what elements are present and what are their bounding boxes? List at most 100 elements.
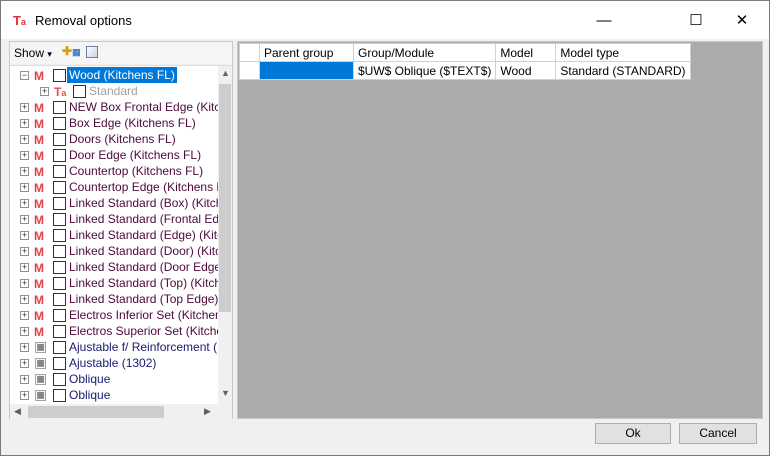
expand-icon[interactable]: +: [20, 103, 29, 112]
expand-icon[interactable]: +: [20, 119, 29, 128]
row-header[interactable]: [239, 61, 260, 80]
item-checkbox[interactable]: [53, 213, 66, 226]
expand-icon[interactable]: +: [20, 215, 29, 224]
cell-parent-group[interactable]: [259, 61, 354, 80]
tree-item-label: Linked Standard (Door Edge) (Kitchens FL…: [69, 260, 232, 274]
horizontal-scroll-thumb[interactable]: [28, 406, 164, 418]
select-icon[interactable]: [86, 46, 98, 58]
model-icon: M: [34, 245, 44, 259]
item-checkbox[interactable]: [53, 325, 66, 338]
expand-icon[interactable]: +: [20, 375, 29, 384]
add-group-icon[interactable]: ✚▦: [62, 44, 81, 58]
column-header[interactable]: Model: [495, 43, 557, 62]
item-checkbox[interactable]: [53, 261, 66, 274]
expand-icon[interactable]: +: [20, 343, 29, 352]
item-checkbox[interactable]: [53, 277, 66, 290]
column-header[interactable]: Group/Module: [352, 43, 497, 62]
tree-item[interactable]: + M Electros Inferior Set (Kitchens FL): [10, 307, 232, 323]
tree-item[interactable]: − M Wood (Kitchens FL): [10, 67, 218, 83]
scroll-up-icon[interactable]: ▲: [221, 68, 230, 78]
expand-icon[interactable]: +: [20, 279, 29, 288]
tree-item[interactable]: + ▣ Ajustable (1302): [10, 354, 218, 371]
expand-icon[interactable]: +: [20, 151, 29, 160]
minimize-button[interactable]: —: [581, 7, 627, 35]
row-header-corner: [239, 43, 260, 62]
tree-item[interactable]: + M Linked Standard (Box) (Kitchens FL): [10, 195, 232, 211]
item-checkbox[interactable]: [53, 101, 66, 114]
tree-item[interactable]: + M Linked Standard (Frontal Edge): [10, 211, 232, 227]
scroll-left-icon[interactable]: ◀: [14, 406, 21, 417]
tree-view[interactable]: + ▣ Oblique + ▣ Oblique + ▣ Ajustable (1302) + ▣ Aj…: [10, 65, 232, 419]
expand-icon[interactable]: +: [20, 391, 29, 400]
scroll-down-icon[interactable]: ▼: [221, 388, 230, 398]
model-icon: M: [34, 261, 44, 275]
model-icon: M: [34, 101, 44, 115]
item-checkbox[interactable]: [53, 117, 66, 130]
expand-icon[interactable]: +: [20, 359, 29, 368]
expand-icon[interactable]: +: [20, 135, 29, 144]
expand-icon[interactable]: +: [20, 199, 29, 208]
item-checkbox[interactable]: [53, 357, 66, 370]
show-dropdown[interactable]: Show ▾: [14, 46, 52, 60]
tree-item[interactable]: + M Linked Standard (Top) (Kitchens FL): [10, 275, 232, 291]
tree-item[interactable]: + M NEW Box Frontal Edge (Kitchens FL): [10, 99, 232, 115]
tree-item[interactable]: + M Countertop Edge (Kitchens FL): [10, 179, 232, 195]
tree-panel: Show ▾ ✚▦ + ▣ Oblique + ▣ Oblique + ▣ Ajustable …: [9, 41, 233, 419]
column-header[interactable]: Parent group: [259, 43, 354, 62]
item-checkbox[interactable]: [53, 165, 66, 178]
item-checkbox[interactable]: [73, 85, 86, 98]
tree-item[interactable]: + M Linked Standard (Top Edge) (Kitchens F…: [10, 291, 232, 307]
tree-item-label: Electros Superior Set (Kitchens FL): [69, 324, 232, 338]
tree-item[interactable]: + M Linked Standard (Door) (Kitchens FL): [10, 243, 232, 259]
cell-model[interactable]: Wood: [495, 61, 557, 80]
tree-item[interactable]: + ▣ Oblique: [10, 386, 218, 403]
tree-item[interactable]: + M Doors (Kitchens FL): [10, 131, 218, 147]
item-checkbox[interactable]: [53, 229, 66, 242]
tree-item[interactable]: + M Electros Superior Set (Kitchens FL): [10, 323, 232, 339]
tree-item[interactable]: + M Door Edge (Kitchens FL): [10, 147, 218, 163]
expand-icon[interactable]: +: [20, 311, 29, 320]
item-checkbox[interactable]: [53, 293, 66, 306]
cancel-button[interactable]: Cancel: [679, 423, 757, 444]
show-label: Show: [14, 46, 45, 60]
item-checkbox[interactable]: [53, 133, 66, 146]
item-checkbox[interactable]: [53, 181, 66, 194]
expand-icon[interactable]: +: [20, 263, 29, 272]
expand-icon[interactable]: +: [20, 247, 29, 256]
item-checkbox[interactable]: [53, 197, 66, 210]
tree-item[interactable]: + ▣ Oblique: [10, 370, 218, 387]
item-checkbox[interactable]: [53, 373, 66, 386]
cell-group-module[interactable]: $UW$ Oblique ($TEXT$): [352, 61, 497, 80]
item-checkbox[interactable]: [53, 309, 66, 322]
horizontal-scrollbar[interactable]: ◀ ▶: [10, 404, 232, 419]
item-checkbox[interactable]: [53, 69, 66, 82]
tree-item[interactable]: + M Countertop (Kitchens FL): [10, 163, 218, 179]
expand-icon[interactable]: +: [20, 183, 29, 192]
item-checkbox[interactable]: [53, 389, 66, 402]
maximize-button[interactable]: ☐: [673, 7, 719, 35]
expand-icon[interactable]: +: [20, 327, 29, 336]
column-header[interactable]: Model type: [555, 43, 691, 62]
item-checkbox[interactable]: [53, 245, 66, 258]
expand-icon[interactable]: +: [20, 231, 29, 240]
vertical-scroll-thumb[interactable]: [219, 84, 231, 312]
table-row[interactable]: $UW$ Oblique ($TEXT$) Wood Standard (STA…: [239, 61, 691, 80]
scroll-right-icon[interactable]: ▶: [204, 406, 211, 417]
tree-item-label: Door Edge (Kitchens FL): [69, 148, 202, 162]
item-checkbox[interactable]: [53, 341, 66, 354]
close-button[interactable]: ✕: [719, 7, 765, 35]
item-checkbox[interactable]: [53, 149, 66, 162]
expand-icon[interactable]: +: [40, 87, 49, 96]
tree-item[interactable]: + Ta Standard: [10, 83, 218, 99]
collapse-icon[interactable]: −: [20, 71, 29, 80]
tree-item[interactable]: + M Linked Standard (Edge) (Kitchens FL): [10, 227, 232, 243]
tree-item[interactable]: + ▣ Ajustable f/ Reinforcement (1302): [10, 338, 232, 355]
cell-model-type[interactable]: Standard (STANDARD): [555, 61, 691, 80]
tree-item[interactable]: + M Box Edge (Kitchens FL): [10, 115, 218, 131]
tree-item[interactable]: + M Linked Standard (Door Edge) (Kitchens …: [10, 259, 232, 275]
expand-icon[interactable]: +: [20, 295, 29, 304]
vertical-scrollbar[interactable]: ▲ ▼: [218, 66, 232, 404]
expand-icon[interactable]: +: [20, 167, 29, 176]
results-table: Parent group Group/Module Model Model ty…: [239, 43, 691, 80]
ok-button[interactable]: Ok: [595, 423, 671, 444]
